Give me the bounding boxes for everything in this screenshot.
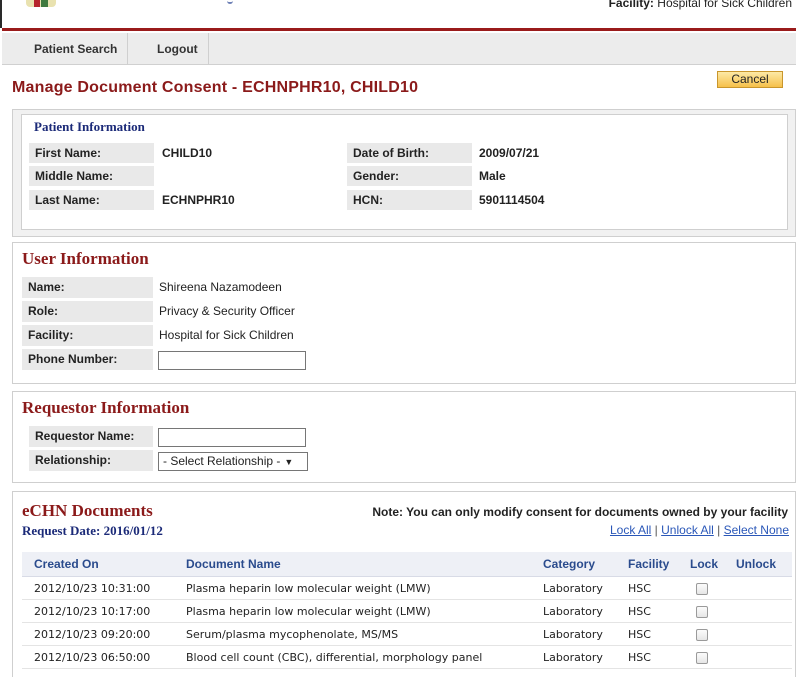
nav-patient-search[interactable]: Patient Search	[24, 33, 129, 65]
unlock-all-link[interactable]: Unlock All	[661, 523, 714, 537]
phone-number-label: Phone Number:	[22, 349, 153, 370]
phone-number-input[interactable]	[158, 351, 306, 370]
cell-document-name: Plasma heparin low molecular weight (LMW…	[186, 605, 431, 618]
last-name-value: ECHNPHR10	[162, 193, 235, 207]
cell-created-on: 2012/10/23 09:20:00	[34, 628, 151, 641]
app-logo	[26, 0, 56, 7]
page-title: Manage Document Consent - ECHNPHR10, CHI…	[12, 79, 419, 96]
gender-value: Male	[479, 169, 506, 183]
lock-checkbox[interactable]	[696, 583, 708, 595]
table-row: 2012/10/23 10:17:00 Plasma heparin low m…	[22, 601, 792, 623]
first-name-value: CHILD10	[162, 146, 213, 160]
main-nav: Patient Search Logout	[2, 33, 796, 65]
cell-category: Laboratory	[543, 582, 603, 595]
col-created-on: Created On	[34, 557, 99, 571]
documents-table-header: Created On Document Name Category Facili…	[22, 552, 792, 577]
requestor-name-label: Requestor Name:	[29, 426, 153, 447]
cell-category: Laboratory	[543, 605, 603, 618]
requestor-name-input[interactable]	[158, 428, 306, 447]
lock-checkbox[interactable]	[696, 606, 708, 618]
col-category: Category	[543, 557, 596, 571]
col-facility: Facility	[628, 557, 670, 571]
select-none-link[interactable]: Select None	[724, 523, 789, 537]
request-date: Request Date: 2016/01/12	[22, 523, 163, 538]
lock-all-link[interactable]: Lock All	[610, 523, 651, 537]
user-facility-value: Hospital for Sick Children	[159, 328, 294, 342]
nav-logout[interactable]: Logout	[147, 33, 209, 65]
relationship-select[interactable]: - Select Relationship - ▼	[158, 452, 308, 471]
requestor-info-heading: Requestor Information	[22, 398, 190, 417]
lock-checkbox[interactable]	[696, 629, 708, 641]
header-facility-label: Facility:	[608, 0, 654, 10]
relationship-label: Relationship:	[29, 450, 153, 471]
hcn-value: 5901114504	[479, 193, 545, 207]
col-lock: Lock	[690, 557, 719, 571]
cell-facility: HSC	[628, 582, 651, 595]
header-facility: Facility: Hospital for Sick Children	[609, 0, 792, 10]
dob-value: 2009/07/21	[479, 146, 540, 160]
cell-document-name: Plasma heparin low molecular weight (LMW…	[186, 582, 431, 595]
cell-created-on: 2012/10/23 10:17:00	[34, 605, 151, 618]
user-name-label: Name:	[22, 277, 153, 298]
patient-info-heading: Patient Information	[34, 119, 145, 134]
relationship-selected-value: - Select Relationship -	[163, 454, 281, 468]
logo-swoosh	[227, 0, 233, 4]
top-banner: Facility: Hospital for Sick Children	[0, 0, 796, 28]
cancel-button[interactable]: Cancel	[717, 71, 783, 88]
gender-label: Gender:	[347, 166, 472, 186]
user-facility-label: Facility:	[22, 325, 153, 346]
cell-facility: HSC	[628, 628, 651, 641]
user-role-value: Privacy & Security Officer	[159, 304, 295, 318]
cell-created-on: 2012/10/23 06:50:00	[34, 651, 151, 664]
link-separator: |	[713, 523, 724, 537]
cell-facility: HSC	[628, 651, 651, 664]
consent-note: Note: You can only modify consent for do…	[372, 505, 788, 519]
dob-label: Date of Birth:	[347, 143, 472, 163]
header-facility-value: Hospital for Sick Children	[657, 0, 792, 10]
table-row: 2012/10/23 09:20:00 Serum/plasma mycophe…	[22, 624, 792, 646]
user-info-heading: User Information	[22, 249, 149, 268]
bulk-actions: Lock All | Unlock All | Select None	[610, 523, 789, 537]
table-row: 2012/10/23 10:31:00 Plasma heparin low m…	[22, 578, 792, 600]
documents-heading: eCHN Documents	[22, 501, 153, 520]
col-document-name: Document Name	[186, 557, 281, 571]
table-row: 2012/10/23 06:50:00 Blood cell count (CB…	[22, 647, 792, 669]
cell-category: Laboratory	[543, 651, 603, 664]
cell-category: Laboratory	[543, 628, 603, 641]
hcn-label: HCN:	[347, 190, 472, 210]
cell-document-name: Blood cell count (CBC), differential, mo…	[186, 651, 483, 664]
user-name-value: Shireena Nazamodeen	[159, 280, 282, 294]
last-name-label: Last Name:	[29, 190, 154, 210]
cell-document-name: Serum/plasma mycophenolate, MS/MS	[186, 628, 399, 641]
user-role-label: Role:	[22, 301, 153, 322]
middle-name-label: Middle Name:	[29, 166, 154, 186]
link-separator: |	[651, 523, 662, 537]
first-name-label: First Name:	[29, 143, 154, 163]
cell-created-on: 2012/10/23 10:31:00	[34, 582, 151, 595]
cell-facility: HSC	[628, 605, 651, 618]
header-divider	[2, 28, 796, 31]
col-unlock: Unlock	[736, 557, 777, 571]
middle-name-value	[158, 166, 162, 186]
chevron-down-icon: ▼	[284, 457, 294, 467]
lock-checkbox[interactable]	[696, 652, 708, 664]
